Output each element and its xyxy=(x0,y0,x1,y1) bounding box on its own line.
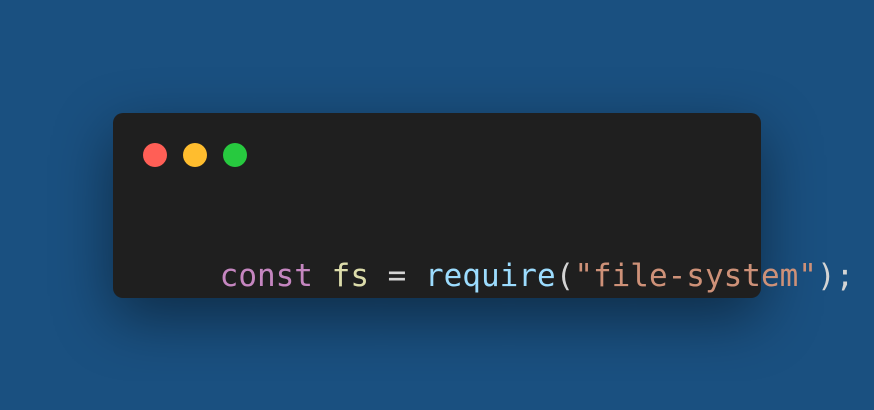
variable-token: fs xyxy=(331,258,369,294)
maximize-dot-icon xyxy=(223,143,247,167)
minimize-dot-icon xyxy=(183,143,207,167)
punctuation-token: ); xyxy=(816,258,855,294)
code-line: const fs = require("file-system"); xyxy=(145,216,855,336)
paren-token: ( xyxy=(555,258,575,294)
code-window: const fs = require("file-system"); xyxy=(113,113,854,298)
string-token: "file-system" xyxy=(574,258,817,294)
close-dot-icon xyxy=(143,143,167,167)
operator-token: = xyxy=(368,258,425,294)
keyword-token: const xyxy=(219,258,313,294)
function-token: require xyxy=(424,258,556,294)
